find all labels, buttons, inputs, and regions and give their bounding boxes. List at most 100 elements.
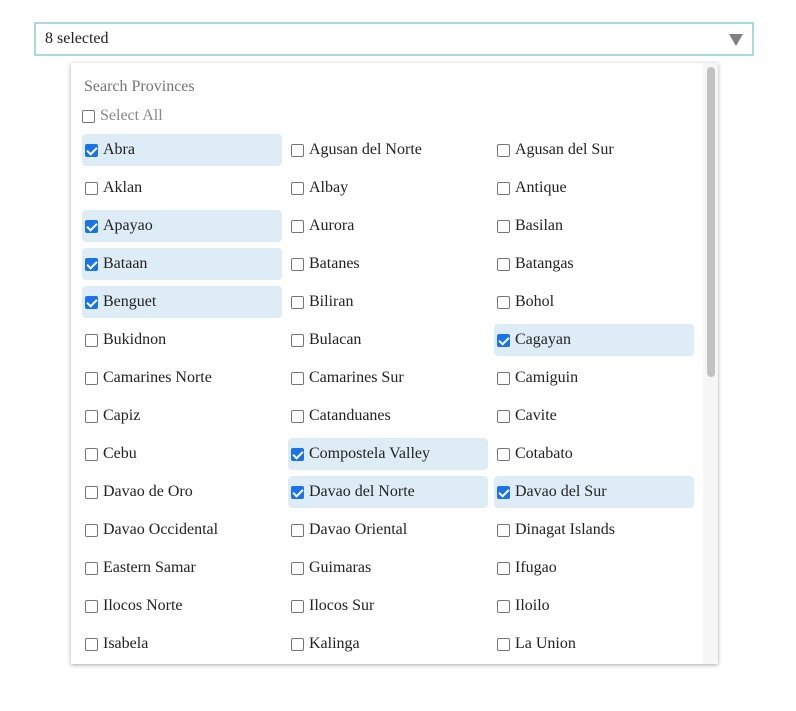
province-option[interactable]: Eastern Samar bbox=[82, 552, 282, 584]
search-provinces-input[interactable] bbox=[84, 78, 384, 96]
province-option[interactable]: Ilocos Norte bbox=[82, 590, 282, 622]
province-option[interactable]: Davao Occidental bbox=[82, 514, 282, 546]
province-option[interactable]: Isabela bbox=[82, 628, 282, 660]
province-option[interactable]: Biliran bbox=[288, 286, 488, 318]
unchecked-checkbox-icon[interactable] bbox=[291, 295, 304, 309]
unchecked-checkbox-icon[interactable] bbox=[497, 447, 510, 461]
province-option[interactable]: Catanduanes bbox=[288, 400, 488, 432]
unchecked-checkbox-icon[interactable] bbox=[497, 561, 510, 575]
unchecked-checkbox-icon[interactable] bbox=[497, 409, 510, 423]
province-option[interactable]: Aurora bbox=[288, 210, 488, 242]
province-option[interactable]: Davao del Norte bbox=[288, 476, 488, 508]
province-option[interactable]: Bohol bbox=[494, 286, 694, 318]
province-option[interactable]: Agusan del Norte bbox=[288, 134, 488, 166]
province-option-label: Agusan del Sur bbox=[515, 141, 614, 158]
province-option[interactable]: Aklan bbox=[82, 172, 282, 204]
province-option[interactable]: Ifugao bbox=[494, 552, 694, 584]
province-option[interactable]: Davao Oriental bbox=[288, 514, 488, 546]
province-option[interactable]: Compostela Valley bbox=[288, 438, 488, 470]
province-option[interactable]: Cagayan bbox=[494, 324, 694, 356]
province-option[interactable]: Apayao bbox=[82, 210, 282, 242]
province-option[interactable]: Dinagat Islands bbox=[494, 514, 694, 546]
province-option[interactable]: La Union bbox=[494, 628, 694, 660]
checked-checkbox-icon[interactable] bbox=[85, 143, 98, 157]
unchecked-checkbox-icon[interactable] bbox=[85, 333, 98, 347]
unchecked-checkbox-icon[interactable] bbox=[291, 257, 304, 271]
unchecked-checkbox-icon[interactable] bbox=[85, 409, 98, 423]
province-option[interactable]: Abra bbox=[82, 134, 282, 166]
province-option[interactable]: Camiguin bbox=[494, 362, 694, 394]
province-option[interactable]: Bukidnon bbox=[82, 324, 282, 356]
unchecked-checkbox-icon[interactable] bbox=[85, 637, 98, 651]
province-option[interactable]: Antique bbox=[494, 172, 694, 204]
province-option-label: Bohol bbox=[515, 293, 555, 310]
province-option[interactable]: Cotabato bbox=[494, 438, 694, 470]
province-option[interactable]: Ilocos Sur bbox=[288, 590, 488, 622]
unchecked-checkbox-icon[interactable] bbox=[85, 485, 98, 499]
dropdown-scrollbar[interactable] bbox=[703, 63, 718, 664]
province-option-label: Bulacan bbox=[309, 331, 362, 348]
unchecked-checkbox-icon[interactable] bbox=[85, 561, 98, 575]
select-all-option[interactable]: Select All bbox=[82, 107, 163, 125]
province-option[interactable]: Benguet bbox=[82, 286, 282, 318]
unchecked-checkbox-icon[interactable] bbox=[291, 409, 304, 423]
province-option[interactable]: Basilan bbox=[494, 210, 694, 242]
province-option-label: Davao Oriental bbox=[309, 521, 408, 538]
unchecked-checkbox-icon[interactable] bbox=[497, 143, 510, 157]
select-all-checkbox[interactable] bbox=[82, 109, 95, 123]
unchecked-checkbox-icon[interactable] bbox=[497, 295, 510, 309]
province-option[interactable]: Bataan bbox=[82, 248, 282, 280]
unchecked-checkbox-icon[interactable] bbox=[291, 219, 304, 233]
unchecked-checkbox-icon[interactable] bbox=[497, 371, 510, 385]
province-option[interactable]: Batangas bbox=[494, 248, 694, 280]
unchecked-checkbox-icon[interactable] bbox=[497, 523, 510, 537]
province-option-label: Iloilo bbox=[515, 597, 550, 614]
province-option[interactable]: Iloilo bbox=[494, 590, 694, 622]
unchecked-checkbox-icon[interactable] bbox=[291, 333, 304, 347]
checked-checkbox-icon[interactable] bbox=[85, 219, 98, 233]
province-option[interactable]: Agusan del Sur bbox=[494, 134, 694, 166]
unchecked-checkbox-icon[interactable] bbox=[497, 257, 510, 271]
unchecked-checkbox-icon[interactable] bbox=[291, 561, 304, 575]
unchecked-checkbox-icon[interactable] bbox=[291, 371, 304, 385]
unchecked-checkbox-icon[interactable] bbox=[291, 181, 304, 195]
unchecked-checkbox-icon[interactable] bbox=[497, 181, 510, 195]
unchecked-checkbox-icon[interactable] bbox=[497, 219, 510, 233]
unchecked-checkbox-icon[interactable] bbox=[85, 181, 98, 195]
province-option[interactable]: Davao del Sur bbox=[494, 476, 694, 508]
province-option-label: Davao Occidental bbox=[103, 521, 219, 538]
province-option[interactable]: Camarines Sur bbox=[288, 362, 488, 394]
province-option-label: Apayao bbox=[103, 217, 153, 234]
unchecked-checkbox-icon[interactable] bbox=[291, 599, 304, 613]
unchecked-checkbox-icon[interactable] bbox=[85, 447, 98, 461]
province-option[interactable]: Kalinga bbox=[288, 628, 488, 660]
unchecked-checkbox-icon[interactable] bbox=[85, 599, 98, 613]
province-option[interactable]: Cavite bbox=[494, 400, 694, 432]
province-option[interactable]: Capiz bbox=[82, 400, 282, 432]
unchecked-checkbox-icon[interactable] bbox=[291, 637, 304, 651]
checked-checkbox-icon[interactable] bbox=[85, 295, 98, 309]
unchecked-checkbox-icon[interactable] bbox=[497, 637, 510, 651]
checked-checkbox-icon[interactable] bbox=[497, 485, 510, 499]
checked-checkbox-icon[interactable] bbox=[291, 485, 304, 499]
province-option[interactable]: Davao de Oro bbox=[82, 476, 282, 508]
province-option[interactable]: Guimaras bbox=[288, 552, 488, 584]
scrollbar-thumb[interactable] bbox=[707, 67, 715, 377]
province-option-label: Bukidnon bbox=[103, 331, 167, 348]
checked-checkbox-icon[interactable] bbox=[85, 257, 98, 271]
checked-checkbox-icon[interactable] bbox=[291, 447, 304, 461]
province-option-label: Biliran bbox=[309, 293, 354, 310]
province-option[interactable]: Albay bbox=[288, 172, 488, 204]
province-multiselect[interactable]: 8 selected bbox=[34, 22, 754, 56]
unchecked-checkbox-icon[interactable] bbox=[497, 599, 510, 613]
unchecked-checkbox-icon[interactable] bbox=[291, 143, 304, 157]
province-option[interactable]: Batanes bbox=[288, 248, 488, 280]
dropdown-arrow-icon[interactable] bbox=[729, 34, 743, 46]
unchecked-checkbox-icon[interactable] bbox=[85, 523, 98, 537]
unchecked-checkbox-icon[interactable] bbox=[85, 371, 98, 385]
province-option[interactable]: Cebu bbox=[82, 438, 282, 470]
unchecked-checkbox-icon[interactable] bbox=[291, 523, 304, 537]
province-option[interactable]: Camarines Norte bbox=[82, 362, 282, 394]
checked-checkbox-icon[interactable] bbox=[497, 333, 510, 347]
province-option[interactable]: Bulacan bbox=[288, 324, 488, 356]
